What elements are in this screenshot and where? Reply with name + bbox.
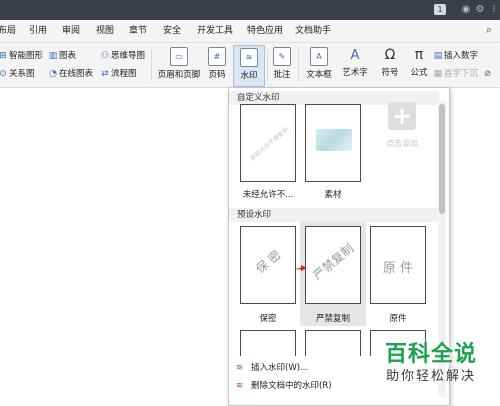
watermark-icon: ≋ (240, 48, 258, 67)
header-footer-icon: ▭ (170, 47, 188, 66)
tab-special-apps[interactable]: 特色应用 (247, 20, 283, 42)
image-watermark-icon (316, 129, 352, 151)
plus-icon: + (388, 102, 416, 130)
insert-number-icon: ▤ (433, 51, 443, 61)
notification-badge[interactable]: 1 (434, 4, 446, 15)
material-watermark-label: 素材 (324, 190, 342, 200)
formula-button[interactable]: π 公式 (406, 47, 432, 85)
preset-confidential-thumb[interactable]: 保 密 (240, 226, 296, 304)
comment-button[interactable]: ✎ 批注 (270, 47, 294, 85)
add-watermark-button[interactable]: + 点击添加 (380, 102, 424, 172)
drop-cap-icon: ▦ (433, 69, 443, 79)
flowchart-button[interactable]: ⇄ 流程图 (100, 67, 136, 81)
ribbon-separator (267, 49, 268, 81)
art-text-icon: A (350, 48, 360, 63)
chart-button[interactable]: ▥ 图表 (48, 49, 76, 63)
pointer-arrow-icon (293, 265, 307, 271)
online-chart-button[interactable]: ◔ 在线图表 (48, 67, 93, 81)
tab-references[interactable]: 引用 (29, 20, 47, 42)
mind-map-button[interactable]: ⚇ 思维导图 (100, 49, 145, 63)
relation-chart-button[interactable]: ⊙ 关系图 (0, 67, 35, 81)
insert-number-button[interactable]: ▤ 插入数字 (433, 49, 478, 63)
textbox-icon: A (310, 47, 328, 66)
link-icon[interactable]: ⊘ (484, 67, 491, 81)
first-drop-button[interactable]: ▦ 首字下沉 (433, 67, 478, 81)
material-watermark-thumb[interactable] (305, 104, 361, 182)
preset-confidential-label: 保密 (259, 314, 277, 324)
chart-icon: ▥ (48, 51, 58, 61)
settings-icon[interactable]: ⚙ (474, 4, 486, 16)
watermark-button[interactable]: ≋ 水印 (233, 45, 265, 87)
tab-layout[interactable]: 布局 (0, 20, 16, 42)
online-chart-icon: ◔ (49, 69, 57, 79)
custom-watermark-label: 未经允许不... (242, 190, 294, 200)
pi-icon: π (414, 47, 424, 63)
custom-watermark-thumb[interactable]: 未经允许不得复制 (240, 104, 296, 182)
tab-review[interactable]: 审阅 (62, 20, 80, 42)
preset-no-copy-thumb[interactable]: 严禁复制 (305, 226, 361, 304)
smart-shape-button[interactable]: ⊞ 智能图形 (0, 49, 43, 63)
flowchart-icon: ⇄ (101, 69, 109, 79)
page-number-icon: # (208, 47, 226, 66)
insert-watermark-icon: ≋ (236, 363, 244, 373)
ribbon-toolbar: ⊞ 智能图形 ▥ 图表 ⚇ 思维导图 ⊙ 关系图 ◔ 在线图表 ⇄ 流程图 ▭ 页眉和页脚 … (0, 43, 500, 88)
title-bar: 1 ◉ ⚙ ⁝ (0, 0, 500, 20)
delete-watermark-icon: ≋ (236, 381, 244, 391)
search-icon[interactable]: ⌕ (486, 24, 498, 36)
comment-icon: ✎ (273, 47, 291, 66)
ribbon-separator (298, 49, 299, 81)
tab-chapter[interactable]: 章节 (129, 20, 147, 42)
share-icon[interactable]: ◉ (460, 4, 472, 16)
ribbon-separator (151, 49, 152, 81)
art-text-button[interactable]: A 艺术字 (338, 47, 372, 85)
smart-shape-icon: ⊞ (0, 51, 7, 61)
relation-chart-icon: ⊙ (0, 69, 7, 79)
header-footer-button[interactable]: ▭ 页眉和页脚 (156, 47, 202, 85)
preset-original-thumb[interactable]: 原 件 (370, 226, 426, 304)
page-number-button[interactable]: # 页码 (204, 47, 230, 85)
brand-watermark: 百科全说 助你轻松解决 (384, 342, 477, 384)
mind-map-icon: ⚇ (100, 51, 110, 61)
preset-original-label: 原件 (389, 314, 407, 324)
more-icon[interactable]: ⁝ (488, 4, 500, 16)
preset-watermark-header: 预设水印 (229, 208, 439, 222)
tab-developer[interactable]: 开发工具 (197, 20, 233, 42)
scrollbar-thumb[interactable] (439, 104, 445, 214)
textbox-button[interactable]: A 文本框 (302, 47, 336, 85)
tab-security[interactable]: 安全 (163, 20, 181, 42)
tab-doc-assistant[interactable]: 文档助手 (295, 20, 331, 42)
preset-more-thumb[interactable] (240, 330, 296, 356)
menu-bar: 布局 引用 审阅 视图 章节 安全 开发工具 特色应用 文档助手 ⌕ (0, 20, 500, 43)
tab-view[interactable]: 视图 (96, 20, 114, 42)
preset-more-thumb[interactable] (305, 330, 361, 356)
preset-no-copy-label: 严禁复制 (315, 314, 350, 324)
symbol-button[interactable]: Ω 符号 (376, 47, 404, 85)
delete-watermark-item[interactable]: ≋ 删除文档中的水印(R) (236, 379, 332, 393)
omega-icon: Ω (384, 47, 396, 63)
insert-watermark-item[interactable]: ≋ 插入水印(W)... (236, 361, 308, 375)
